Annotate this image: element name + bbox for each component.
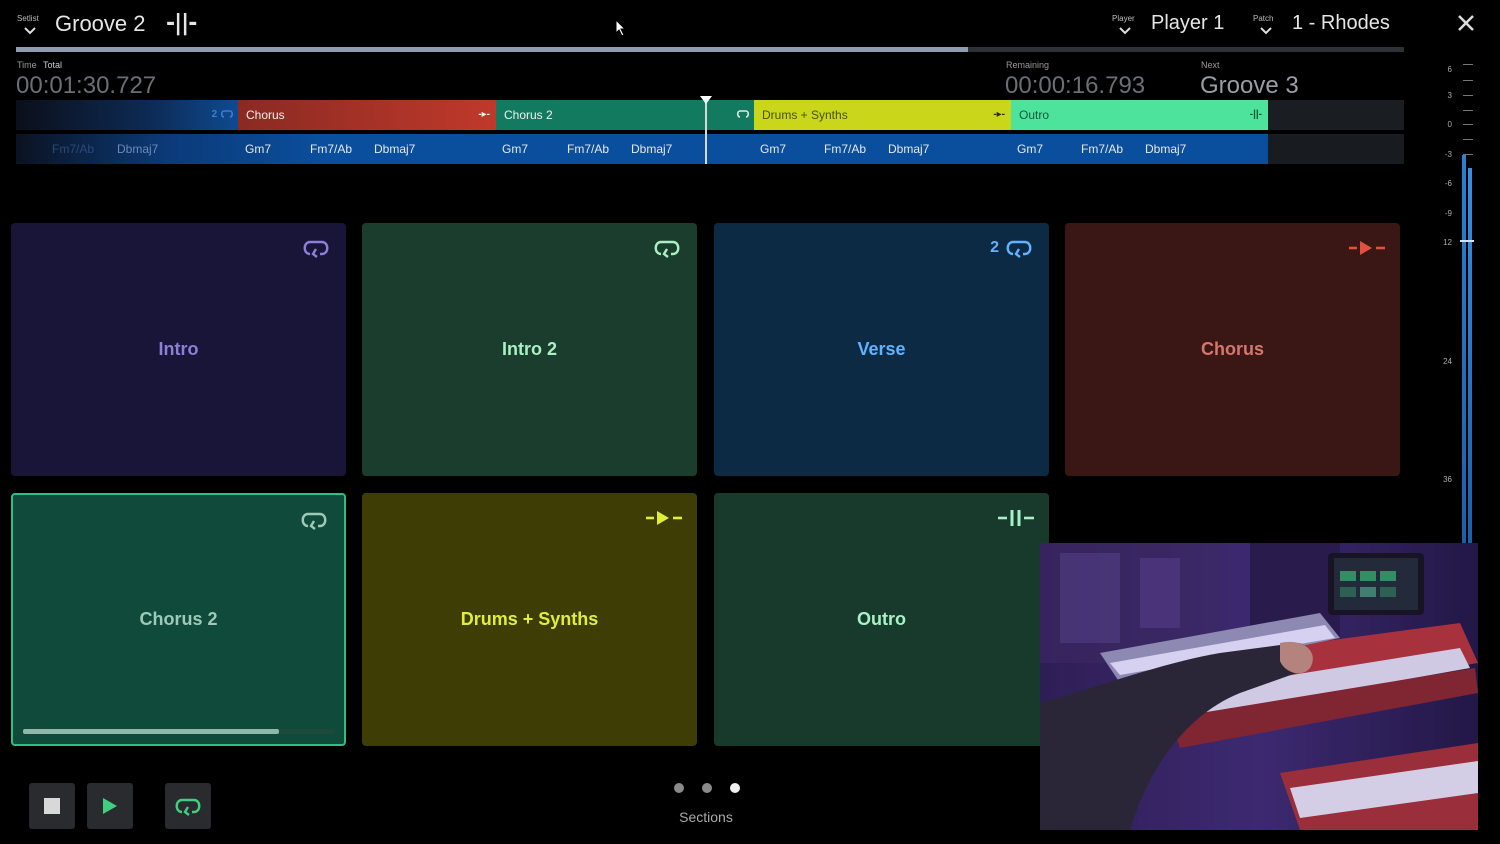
timeline-segment-outro[interactable]: Outro -||- <box>1011 100 1268 130</box>
pad-repeat-count: 2 <box>990 239 999 256</box>
page-dot-2[interactable] <box>702 783 712 793</box>
chord-label: Gm7 <box>1017 142 1044 156</box>
play-icon <box>103 798 117 814</box>
stop-icon <box>44 798 60 814</box>
keyboard-player-video-image <box>1040 543 1478 830</box>
loop-icon <box>736 110 750 119</box>
setlist-end-mark: -||- <box>166 11 197 36</box>
remaining-label: Remaining <box>1006 60 1050 70</box>
pad-label: Intro 2 <box>501 339 557 359</box>
playhead[interactable] <box>705 96 707 164</box>
pad-verse[interactable]: Verse 2 <box>714 223 1049 476</box>
next-arrow-icon <box>646 511 682 525</box>
pad-label: Intro <box>158 339 199 359</box>
chord-label: Dbmaj7 <box>631 142 673 156</box>
chord-label: Dbmaj7 <box>374 142 416 156</box>
loop-toggle-button[interactable] <box>165 783 211 829</box>
top-bar: Setlist Groove 2 -||- Player Player 1 Pa… <box>0 0 1500 46</box>
timeline-segment-chorus-2-loop[interactable] <box>706 100 754 130</box>
setlist-chevron-down-icon[interactable] <box>23 26 37 36</box>
chord-label: Gm7 <box>245 142 272 156</box>
mouse-cursor-icon <box>615 19 627 37</box>
meter-scale-label: -9 <box>1444 209 1452 218</box>
timeline-segment-verse[interactable]: 2 <box>16 100 238 130</box>
close-icon[interactable] <box>1455 12 1477 34</box>
arrangement-timeline[interactable]: 2 Chorus -▸- Chorus 2 Drums + Synths -▸-… <box>16 96 1404 166</box>
loop-icon <box>654 240 680 258</box>
patch-value[interactable]: 1 - Rhodes <box>1292 12 1390 35</box>
meter-scale-label: 24 <box>1443 357 1452 366</box>
next-arrow-icon <box>1349 241 1385 255</box>
player-chevron-down-icon[interactable] <box>1118 26 1132 36</box>
play-button[interactable] <box>87 783 133 829</box>
end-icon <box>998 510 1034 526</box>
end-icon: -||- <box>1249 109 1262 120</box>
patch-chevron-down-icon[interactable] <box>1259 26 1273 36</box>
setlist-label: Setlist <box>17 14 39 23</box>
elapsed-time: 00:01:30.727 <box>16 72 157 99</box>
segment-label: Outro <box>1019 108 1050 122</box>
song-progress-bar[interactable] <box>16 47 1404 52</box>
pad-progress-fill <box>23 729 279 734</box>
loop-icon <box>301 512 327 530</box>
chord-label: Fm7/Ab <box>567 142 610 156</box>
chord-label: Fm7/Ab <box>824 142 867 156</box>
next-arrow-icon: -▸- <box>478 109 490 120</box>
next-arrow-icon: -▸- <box>993 109 1005 120</box>
pad-intro[interactable]: Intro <box>11 223 346 476</box>
pad-drums-synths[interactable]: Drums + Synths <box>362 493 697 746</box>
meter-scale-label: -6 <box>1444 179 1452 188</box>
timeline-segment-drums-synths[interactable]: Drums + Synths -▸- <box>754 100 1011 130</box>
pad-intro-2[interactable]: Intro 2 <box>362 223 697 476</box>
chord-label: Gm7 <box>502 142 529 156</box>
time-label: Time <box>17 60 37 70</box>
chord-label: Dbmaj7 <box>117 142 159 156</box>
meter-peak <box>1460 240 1474 242</box>
meter-scale-label: 3 <box>1447 91 1452 100</box>
meter-scale-label: 12 <box>1443 238 1452 247</box>
chord-label: Dbmaj7 <box>888 142 930 156</box>
meter-scale-label: 0 <box>1447 120 1452 129</box>
next-song[interactable]: Groove 3 <box>1200 72 1299 100</box>
patch-label: Patch <box>1253 14 1274 23</box>
webcam-video <box>1040 543 1478 830</box>
pad-chorus[interactable]: Chorus <box>1065 223 1400 476</box>
meter-scale-label: 6 <box>1447 65 1452 74</box>
segment-label: Chorus 2 <box>504 108 553 122</box>
loop-icon <box>1006 240 1032 258</box>
chord-label: Fm7/Ab <box>310 142 353 156</box>
player-value[interactable]: Player 1 <box>1151 12 1224 35</box>
remaining-time: 00:00:16.793 <box>1005 72 1146 99</box>
pad-outro[interactable]: Outro <box>714 493 1049 746</box>
playhead-handle-icon[interactable] <box>700 96 712 104</box>
page-dot-1[interactable] <box>674 783 684 793</box>
meter-bar-right <box>1468 168 1472 545</box>
player-label: Player <box>1112 14 1135 23</box>
pad-chorus-2[interactable]: Chorus 2 <box>11 493 346 746</box>
meter-bar-left <box>1462 155 1466 545</box>
chord-label: Dbmaj7 <box>1145 142 1187 156</box>
chord-label: Gm7 <box>760 142 787 156</box>
chord-label: Fm7/Ab <box>52 142 95 156</box>
next-label: Next <box>1201 60 1220 70</box>
loop-icon <box>175 798 201 816</box>
stop-button[interactable] <box>29 783 75 829</box>
song-progress-fill <box>16 47 969 52</box>
meter-scale-label: -3 <box>1444 150 1452 159</box>
loop-icon <box>220 110 234 119</box>
segment-repeat-count: 2 <box>211 109 218 120</box>
chord-label: Fm7/Ab <box>1081 142 1124 156</box>
sections-label: Sections <box>679 809 733 825</box>
timeline-segment-chorus-2[interactable]: Chorus 2 <box>496 100 706 130</box>
page-dot-3-active[interactable] <box>730 783 740 793</box>
pad-progress-bar <box>23 729 335 734</box>
segment-label: Drums + Synths <box>762 108 848 122</box>
total-label: Total <box>43 60 63 70</box>
timeline-segment-chorus[interactable]: Chorus -▸- <box>238 100 496 130</box>
meter-scale-label: 36 <box>1443 475 1452 484</box>
setlist-title[interactable]: Groove 2 <box>55 11 146 37</box>
pad-label: Chorus 2 <box>139 609 218 629</box>
segment-label: Chorus <box>246 108 285 122</box>
loop-icon <box>303 240 329 258</box>
